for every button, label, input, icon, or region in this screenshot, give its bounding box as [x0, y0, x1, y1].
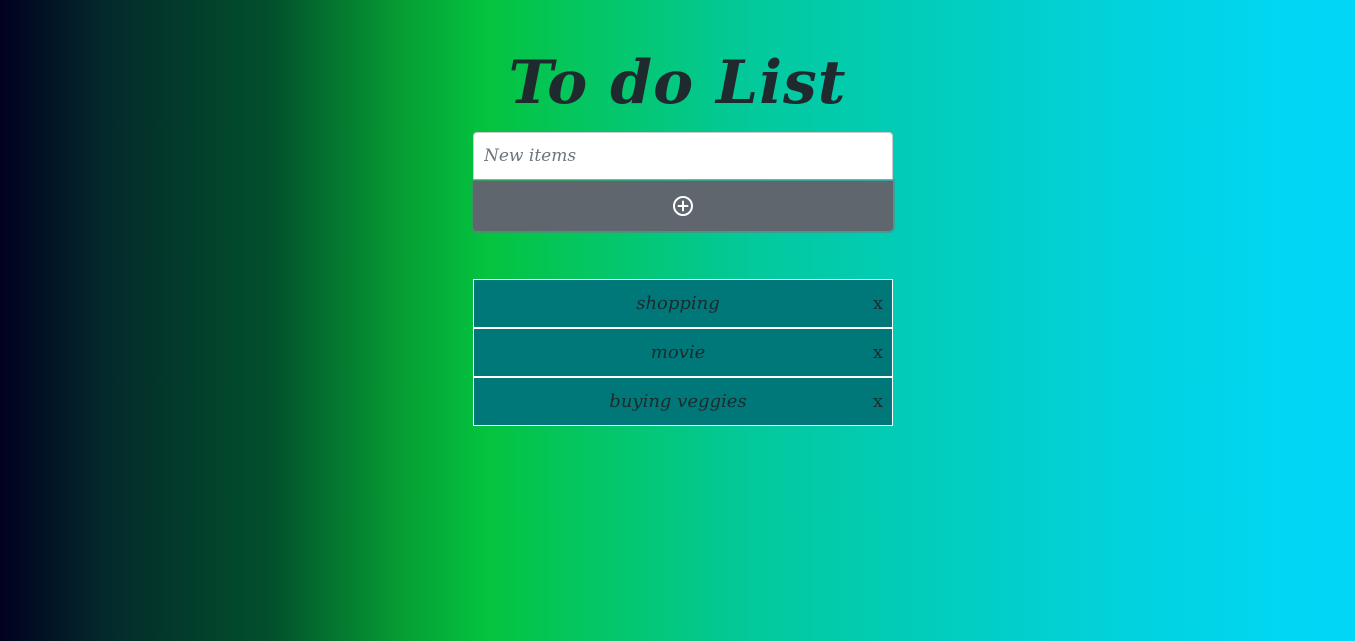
add-item-button[interactable]	[473, 181, 893, 231]
todo-item: movie x	[473, 328, 893, 377]
plus-circle-icon	[672, 195, 694, 217]
todo-item-text: shopping	[636, 293, 720, 314]
delete-item-button[interactable]: x	[873, 293, 883, 314]
page-title: To do List	[508, 48, 847, 119]
todo-list: shopping x movie x buying veggies x	[473, 279, 893, 426]
todo-item-text: movie	[650, 342, 706, 363]
todo-item: buying veggies x	[473, 377, 893, 426]
new-item-input[interactable]	[473, 132, 893, 180]
todo-item-text: buying veggies	[609, 391, 747, 412]
delete-item-button[interactable]: x	[873, 391, 883, 412]
delete-item-button[interactable]: x	[873, 342, 883, 363]
todo-item: shopping x	[473, 279, 893, 328]
